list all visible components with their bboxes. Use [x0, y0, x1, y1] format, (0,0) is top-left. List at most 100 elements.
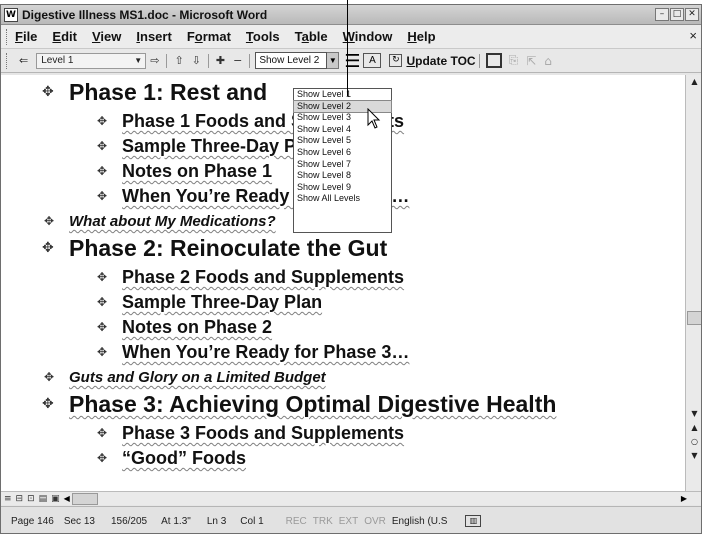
- expand-icon[interactable]: ✚: [216, 54, 225, 67]
- outline-level-select[interactable]: Level 1 ▼: [36, 52, 147, 69]
- status-column: Col 1: [240, 515, 264, 527]
- outline-row[interactable]: ✥ Phase 2 Foods and Supplements: [97, 267, 404, 288]
- status-trk[interactable]: TRK: [313, 516, 333, 527]
- show-level-dropdown-button[interactable]: ▼: [327, 52, 340, 69]
- menu-format[interactable]: Format: [187, 29, 231, 44]
- demote-icon[interactable]: ⇨: [150, 54, 159, 67]
- outline-row[interactable]: ✥ Notes on Phase 1: [97, 161, 272, 182]
- outline-bullet-icon[interactable]: ✥: [42, 240, 54, 256]
- move-down-icon[interactable]: ⇩: [192, 54, 201, 67]
- update-toc-button[interactable]: Update TOC: [406, 54, 475, 68]
- menu-table[interactable]: Table: [295, 29, 328, 44]
- collapse-icon[interactable]: −: [233, 54, 242, 67]
- dropdown-option-show-level-9[interactable]: Show Level 9: [294, 182, 391, 194]
- outline-bullet-icon[interactable]: ✥: [42, 84, 54, 100]
- status-page-count: 156/205: [110, 515, 148, 527]
- scroll-left-icon[interactable]: ◀: [64, 494, 70, 503]
- next-page-icon[interactable]: ▼: [686, 449, 701, 463]
- outline-row[interactable]: ✥ Sample Three-Day Plan: [97, 292, 322, 313]
- spelling-grammar-status-icon[interactable]: ▥: [465, 515, 482, 527]
- status-rec[interactable]: REC: [286, 516, 307, 527]
- horizontal-scroll-thumb[interactable]: [71, 492, 98, 505]
- outline-row[interactable]: ✥ Guts and Glory on a Limited Budget: [44, 369, 326, 386]
- outline-bullet-icon[interactable]: ✥: [97, 164, 107, 178]
- outline-row-text: What about My Medications?: [69, 213, 276, 230]
- close-document-button[interactable]: ×: [689, 28, 697, 43]
- status-ovr[interactable]: OVR: [364, 516, 386, 527]
- outline-row[interactable]: ✥ Notes on Phase 2: [97, 317, 272, 338]
- outline-row[interactable]: ✥ “Good” Foods: [97, 448, 246, 469]
- go-to-toc-icon[interactable]: [485, 53, 502, 68]
- menu-table-label: ble: [308, 29, 328, 44]
- collapse-subdocuments-icon[interactable]: ⇱: [526, 54, 536, 68]
- menu-window-label: indow: [354, 29, 393, 44]
- menu-file-accel: F: [15, 29, 23, 44]
- outline-row[interactable]: ✥ Phase 2: Reinoculate the Gut: [42, 235, 387, 262]
- menu-window[interactable]: Window: [343, 29, 393, 44]
- status-ext[interactable]: EXT: [339, 516, 358, 527]
- normal-view-icon[interactable]: ≡: [4, 494, 12, 504]
- outline-bullet-icon[interactable]: ✥: [44, 370, 54, 384]
- menu-insert[interactable]: Insert: [136, 29, 171, 44]
- toolbar-grip[interactable]: [6, 52, 9, 69]
- outline-row[interactable]: ✥ When You’re Ready for Phase 3…: [97, 342, 409, 363]
- outline-bullet-icon[interactable]: ✥: [42, 396, 54, 412]
- update-toc-label: pdate TOC: [415, 53, 476, 68]
- reading-layout-view-icon[interactable]: ▣: [51, 494, 60, 504]
- outline-bullet-icon[interactable]: ✥: [97, 189, 107, 203]
- outline-bullet-icon[interactable]: ✥: [97, 114, 107, 128]
- menu-edit[interactable]: Edit: [52, 29, 77, 44]
- outline-bullet-icon[interactable]: ✥: [97, 295, 107, 309]
- outline-bullet-icon[interactable]: ✥: [97, 320, 107, 334]
- outline-bullet-icon[interactable]: ✥: [97, 451, 107, 465]
- update-toc-accel: U: [406, 53, 416, 68]
- chevron-down-icon: ▼: [134, 55, 143, 65]
- print-layout-view-icon[interactable]: ⊡: [27, 494, 35, 504]
- dropdown-option-show-level-7[interactable]: Show Level 7: [294, 159, 391, 171]
- previous-page-icon[interactable]: ▲: [686, 421, 701, 435]
- outline-view-icon[interactable]: ▤: [39, 494, 48, 504]
- outline-bullet-icon[interactable]: ✥: [97, 270, 107, 284]
- minimize-button[interactable]: –: [655, 8, 669, 21]
- outline-bullet-icon[interactable]: ✥: [97, 426, 107, 440]
- web-layout-view-icon[interactable]: ⊟: [16, 494, 24, 504]
- move-up-icon[interactable]: ⇧: [174, 54, 183, 67]
- menu-help[interactable]: Help: [407, 29, 435, 44]
- outline-row-text: Phase 3: Achieving Optimal Digestive Hea…: [69, 391, 557, 417]
- toolbar-separator: [478, 53, 480, 68]
- update-toc-icon[interactable]: ↻: [389, 54, 403, 67]
- word-app-icon[interactable]: W: [4, 7, 18, 22]
- outline-bullet-icon[interactable]: ✥: [44, 214, 54, 228]
- horizontal-scrollbar[interactable]: ≡ ⊟ ⊡ ▤ ▣ ◀ ▶: [1, 491, 701, 505]
- show-text-formatting-icon[interactable]: A: [363, 53, 382, 68]
- menu-tools[interactable]: Tools: [246, 29, 280, 44]
- insert-subdocument-icon[interactable]: ⌂: [544, 54, 552, 68]
- scroll-right-icon[interactable]: ▶: [681, 494, 687, 503]
- outline-bullet-icon[interactable]: ✥: [97, 139, 107, 153]
- menu-view[interactable]: View: [92, 29, 121, 44]
- scroll-down-icon[interactable]: ▼: [686, 407, 701, 421]
- outline-row[interactable]: ✥ Phase 3 Foods and Supplements: [97, 423, 404, 444]
- master-document-icon[interactable]: ⎘: [509, 53, 519, 68]
- show-level-select[interactable]: Show Level 2: [255, 52, 328, 69]
- dropdown-option-show-level-6[interactable]: Show Level 6: [294, 147, 391, 159]
- toolbar-separator: [249, 53, 251, 68]
- promote-to-heading-icon[interactable]: ⇐: [19, 54, 28, 67]
- outline-row[interactable]: ✥ Phase 1: Rest and: [42, 79, 267, 106]
- outline-bullet-icon[interactable]: ✥: [97, 345, 107, 359]
- close-button[interactable]: ✕: [685, 8, 699, 21]
- outline-row[interactable]: ✥ Phase 3: Achieving Optimal Digestive He…: [42, 391, 557, 418]
- maximize-button[interactable]: □: [670, 8, 684, 21]
- dropdown-option-show-all-levels[interactable]: Show All Levels: [294, 193, 391, 205]
- outline-row[interactable]: ✥ What about My Medications?: [44, 213, 276, 230]
- menu-grip[interactable]: [6, 28, 9, 45]
- vertical-scrollbar[interactable]: ▲ ▼ ▲ ○ ▼: [685, 75, 701, 491]
- vertical-scroll-thumb[interactable]: [687, 311, 701, 325]
- dropdown-option-show-level-8[interactable]: Show Level 8: [294, 170, 391, 182]
- scroll-up-icon[interactable]: ▲: [686, 75, 701, 89]
- dropdown-option-show-level-1[interactable]: Show Level 1: [294, 89, 391, 101]
- menu-file[interactable]: File: [15, 29, 37, 44]
- select-browse-object-icon[interactable]: ○: [686, 435, 701, 449]
- dropdown-option-show-level-5[interactable]: Show Level 5: [294, 135, 391, 147]
- status-language[interactable]: English (U.S: [392, 516, 448, 527]
